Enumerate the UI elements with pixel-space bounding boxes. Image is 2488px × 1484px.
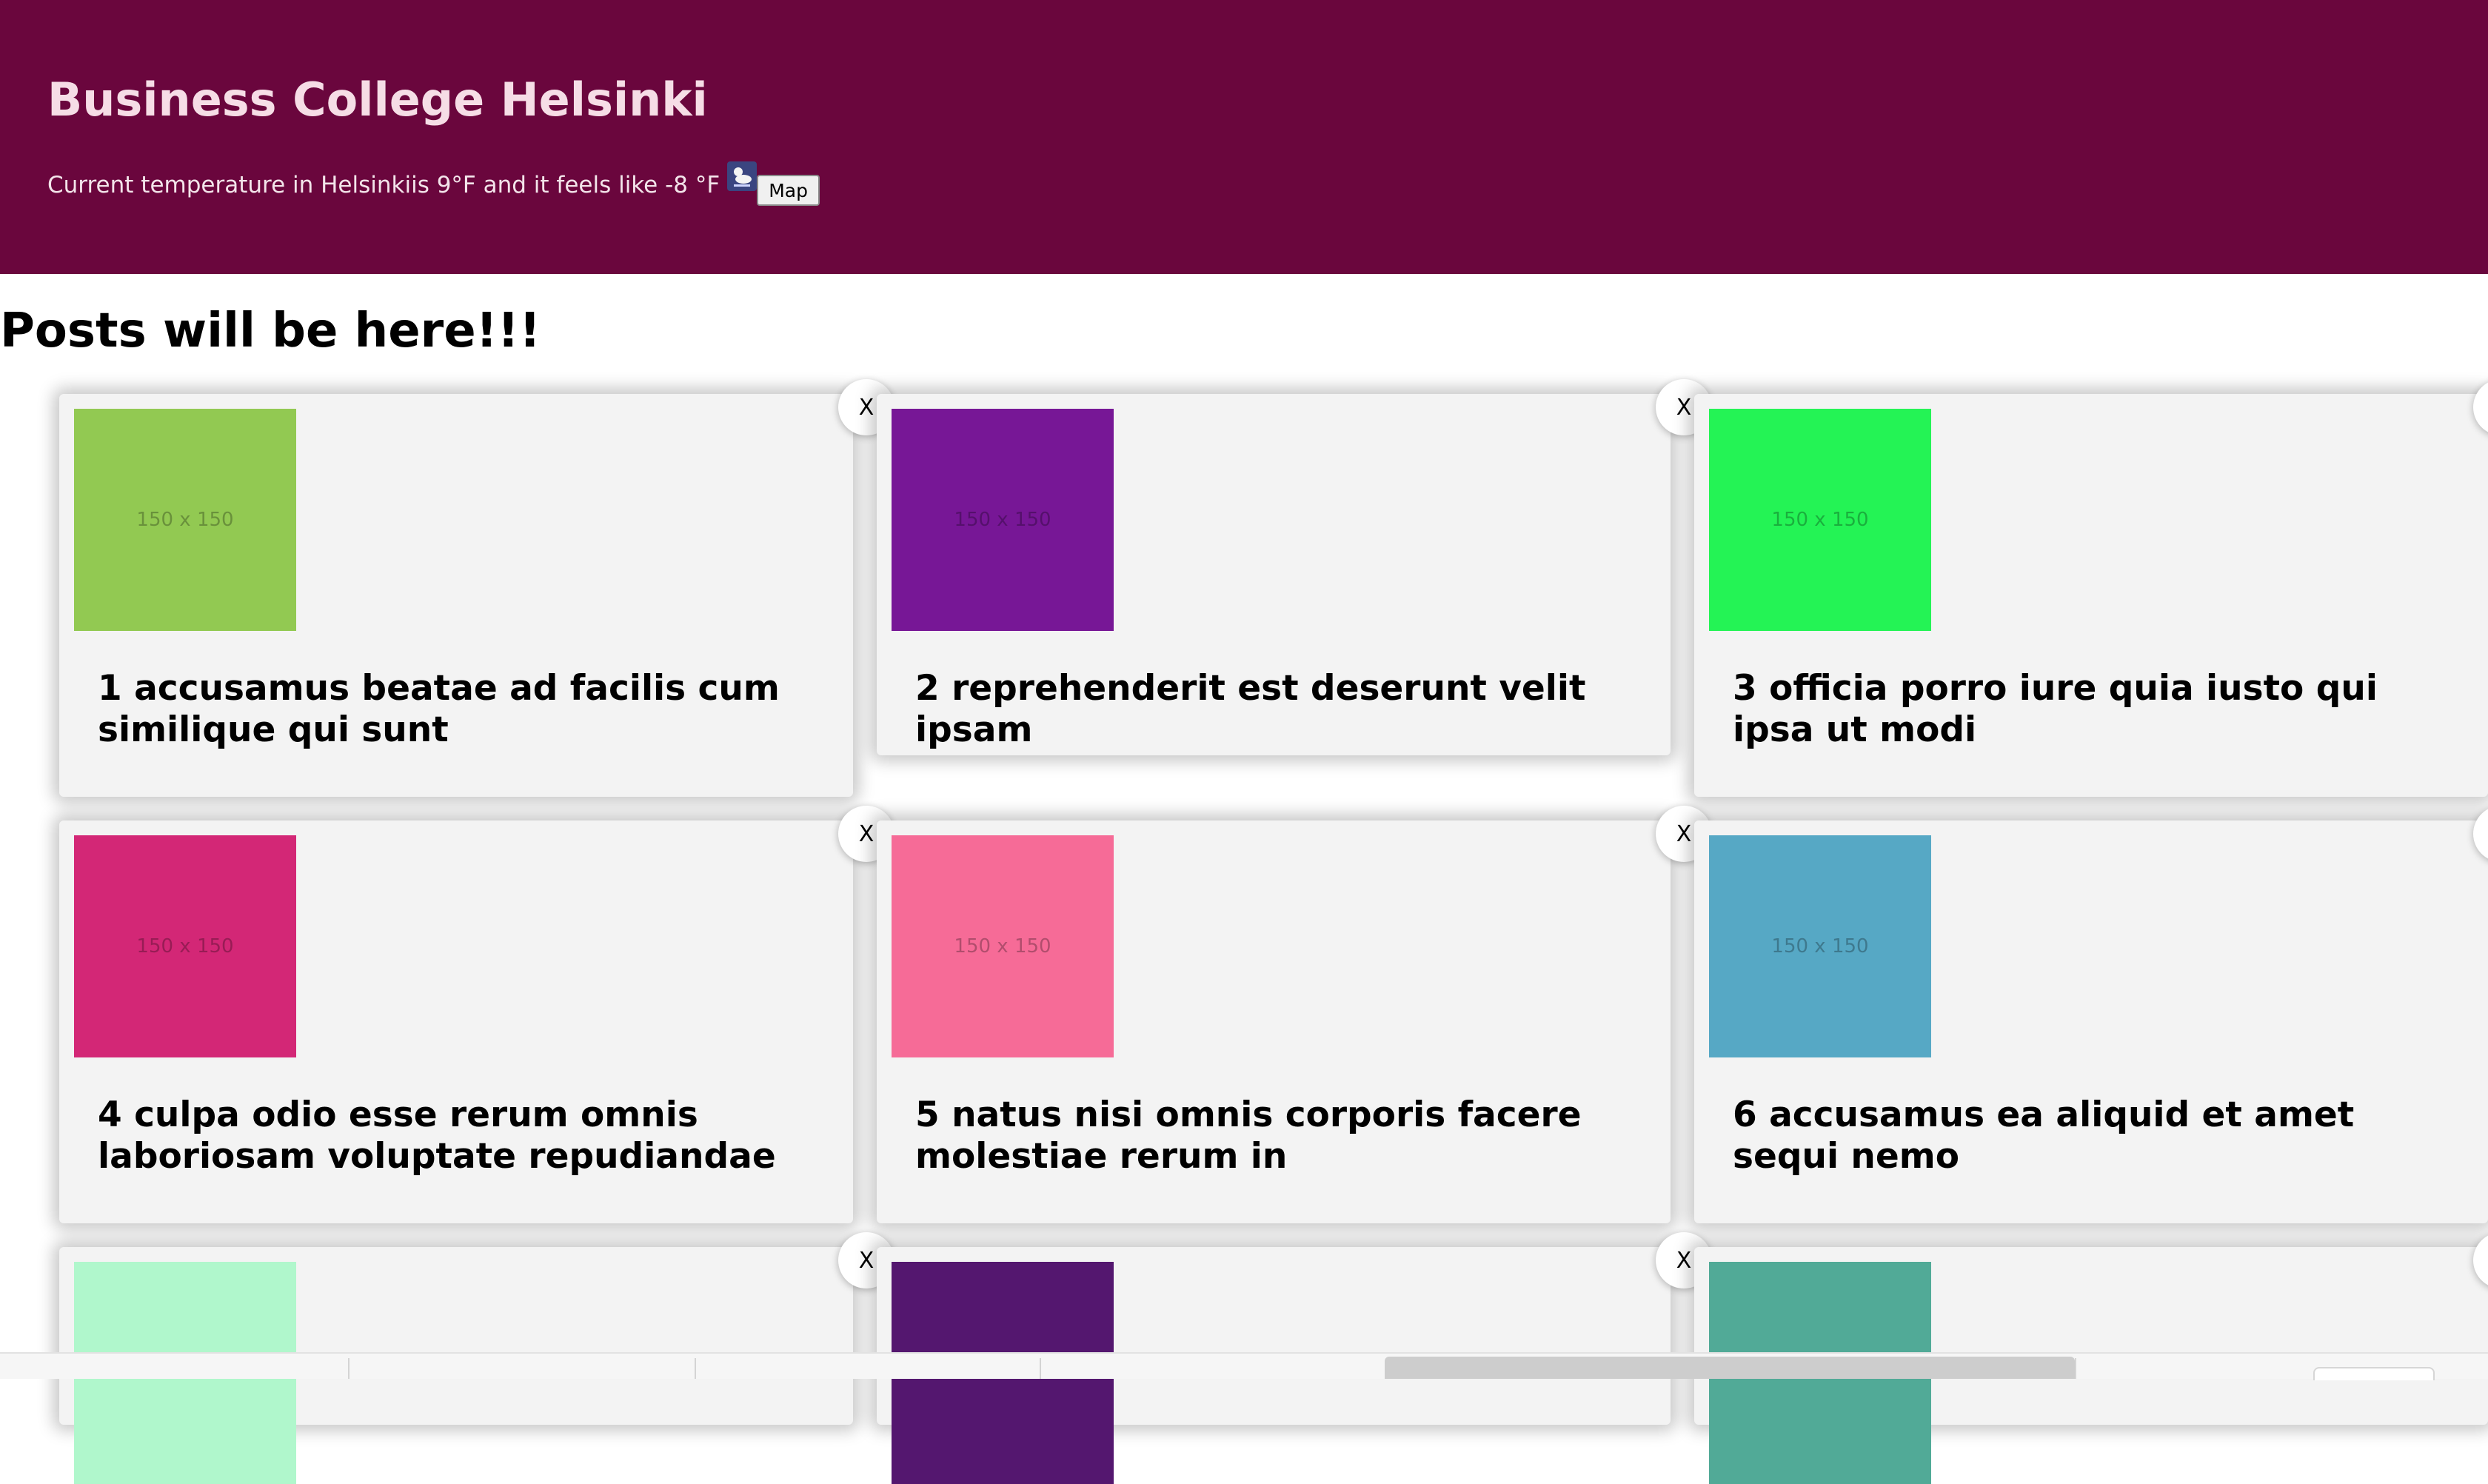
weather-text: Current temperature in Helsinkiis 9°F an…	[47, 172, 720, 198]
post-card[interactable]: 150 x 150 2 reprehenderit est deserunt ve…	[877, 394, 1671, 755]
post-card[interactable]	[877, 1247, 1671, 1484]
post-card[interactable]: 150 x 150 6 accusamus ea aliquid et amet …	[1694, 820, 2488, 1223]
post-card[interactable]	[59, 1247, 853, 1484]
scrollbar-divider	[348, 1358, 350, 1379]
post-title: 3 officia porro iure quia iusto qui ipsa…	[1733, 668, 2378, 750]
posts-heading: Posts will be here!!!	[0, 304, 541, 358]
post-thumbnail: 150 x 150	[74, 835, 296, 1057]
site-header: Business College Helsinki Current temper…	[0, 0, 2488, 274]
post-card[interactable]: 150 x 150 3 officia porro iure quia iusto…	[1694, 394, 2488, 797]
scrollbar-control[interactable]	[2313, 1367, 2435, 1380]
post-card[interactable]: 150 x 150 5 natus nisi omnis corporis fac…	[877, 820, 1671, 1223]
post-title: 5 natus nisi omnis corporis facere moles…	[915, 1094, 1582, 1177]
post-thumbnail: 150 x 150	[1709, 409, 1931, 631]
horizontal-scrollbar[interactable]	[0, 1352, 2488, 1380]
post-card[interactable]	[1694, 1247, 2488, 1484]
post-card[interactable]: 150 x 150 1 accusamus beatae ad facilis c…	[59, 394, 853, 797]
post-title: 4 culpa odio esse rerum omnis laboriosam…	[98, 1094, 776, 1177]
weather-icon	[727, 161, 758, 191]
scrollbar-divider	[695, 1358, 696, 1379]
map-button[interactable]: Map	[757, 175, 820, 206]
weather-info: Current temperature in Helsinkiis 9°F an…	[47, 161, 820, 206]
post-title: 1 accusamus beatae ad facilis cum simili…	[98, 668, 780, 750]
post-card[interactable]: 150 x 150 4 culpa odio esse rerum omnis l…	[59, 820, 853, 1223]
site-title: Business College Helsinki	[47, 73, 708, 127]
scrollbar-thumb[interactable]	[1385, 1357, 2075, 1379]
post-thumbnail: 150 x 150	[892, 835, 1114, 1057]
post-title: 6 accusamus ea aliquid et amet sequi nem…	[1733, 1094, 2355, 1177]
post-thumbnail: 150 x 150	[892, 409, 1114, 631]
post-thumbnail: 150 x 150	[74, 409, 296, 631]
scrollbar-divider	[2075, 1358, 2076, 1379]
post-thumbnail: 150 x 150	[1709, 835, 1931, 1057]
scrollbar-divider	[1040, 1358, 1041, 1379]
post-title: 2 reprehenderit est deserunt velit ipsam	[915, 668, 1586, 750]
